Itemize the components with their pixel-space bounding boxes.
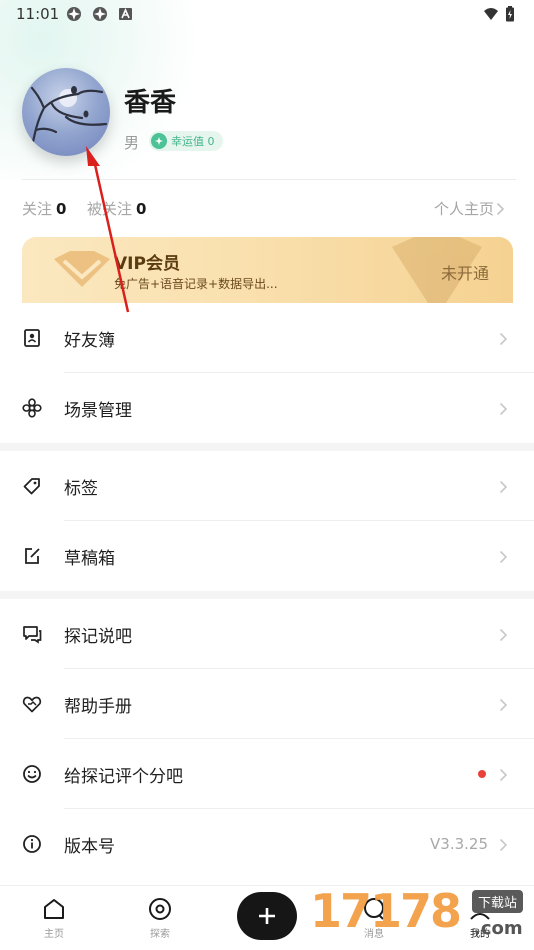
- menu-item-help[interactable]: 帮助手册: [0, 669, 534, 739]
- chevron-right-icon: [499, 331, 508, 346]
- a-notification-icon: [118, 6, 134, 22]
- menu-item-drafts[interactable]: 草稿箱: [0, 521, 534, 591]
- chevron-right-icon: [496, 202, 505, 216]
- section-separator: [0, 591, 534, 599]
- tag-icon: [22, 476, 42, 496]
- chevron-right-icon: [499, 401, 508, 416]
- followers-label: 被关注: [87, 200, 133, 218]
- menu-label-rate: 给探记评个分吧: [64, 766, 183, 787]
- status-bar: 11:01: [0, 0, 534, 30]
- app-notification-icon: [66, 6, 82, 22]
- chat-icon: [22, 624, 42, 644]
- user-icon: [470, 899, 490, 920]
- vip-card[interactable]: VIP会员 免广告+语音记录+数据导出... 未开通: [22, 237, 513, 303]
- section-separator: [0, 443, 534, 451]
- menu-label-scenes: 场景管理: [64, 400, 132, 421]
- following-label: 关注: [22, 200, 53, 218]
- menu-label-version: 版本号: [64, 836, 115, 857]
- chevron-right-icon: [499, 837, 508, 852]
- version-value: V3.3.25: [430, 835, 488, 853]
- vip-title: VIP会员: [114, 254, 180, 274]
- chevron-right-icon: [499, 697, 508, 712]
- divider: [22, 179, 516, 180]
- nav-home[interactable]: 主页: [24, 894, 84, 944]
- menu-item-scenes[interactable]: 场景管理: [0, 373, 534, 443]
- chevron-right-icon: [499, 767, 508, 782]
- menu-item-rate[interactable]: 给探记评个分吧: [0, 739, 534, 809]
- nav-mine[interactable]: 我的: [450, 894, 510, 944]
- gender-label: 男: [124, 134, 140, 152]
- menu-item-tags[interactable]: 标签: [0, 451, 534, 521]
- menu-label-help: 帮助手册: [64, 696, 132, 717]
- address-book-icon: [22, 328, 42, 348]
- home-icon: [44, 899, 64, 919]
- vip-description: 免广告+语音记录+数据导出...: [114, 277, 278, 291]
- app-notification-icon: [92, 6, 108, 22]
- chevron-right-icon: [499, 479, 508, 494]
- vip-diamond-icon: [54, 251, 110, 287]
- nav-label-home: 主页: [44, 929, 64, 940]
- nav-messages[interactable]: 消息: [344, 894, 404, 944]
- menu-label-talk: 探记说吧: [64, 626, 132, 647]
- menu-label-tags: 标签: [64, 478, 98, 499]
- bottom-navigation: 主页 探索 消息 我的: [0, 885, 534, 950]
- homepage-link[interactable]: 个人主页: [434, 198, 494, 219]
- nav-label-messages: 消息: [364, 929, 384, 940]
- menu-item-version[interactable]: 版本号 V3.3.25: [0, 809, 534, 879]
- flower-icon: [22, 398, 42, 418]
- battery-icon: [505, 6, 515, 22]
- nav-label-explore: 探索: [150, 929, 170, 940]
- following-count: 0: [56, 200, 67, 218]
- avatar[interactable]: [22, 68, 110, 156]
- wifi-icon: [483, 6, 499, 22]
- nav-label-mine: 我的: [470, 929, 490, 940]
- menu-item-talk[interactable]: 探记说吧: [0, 599, 534, 669]
- followers-count: 0: [136, 200, 147, 218]
- luck-value: 幸运值 0: [171, 135, 215, 148]
- menu-label-drafts: 草稿箱: [64, 548, 115, 569]
- status-time: 11:01: [16, 5, 60, 23]
- followers-link[interactable]: 被关注 0: [87, 198, 146, 219]
- draft-edit-icon: [22, 546, 42, 566]
- nav-explore[interactable]: 探索: [130, 894, 190, 944]
- heart-hands-icon: [22, 694, 42, 714]
- vip-status: 未开通: [440, 264, 489, 283]
- info-icon: [22, 834, 42, 854]
- luck-badge[interactable]: 幸运值 0: [149, 131, 223, 151]
- clover-icon: [151, 133, 167, 149]
- following-link[interactable]: 关注 0: [22, 198, 66, 219]
- chevron-right-icon: [499, 627, 508, 642]
- follow-row: 关注 0 被关注 0 个人主页: [22, 198, 516, 220]
- menu-item-friends[interactable]: 好友簿: [0, 303, 534, 373]
- compass-icon: [149, 898, 171, 920]
- plus-icon: [259, 908, 275, 924]
- nickname[interactable]: 香香: [124, 82, 176, 119]
- notification-dot: [478, 770, 486, 778]
- message-icon: [364, 898, 384, 920]
- chevron-right-icon: [499, 549, 508, 564]
- menu-label-friends: 好友簿: [64, 330, 115, 351]
- add-button[interactable]: [237, 892, 297, 940]
- smile-icon: [22, 764, 42, 784]
